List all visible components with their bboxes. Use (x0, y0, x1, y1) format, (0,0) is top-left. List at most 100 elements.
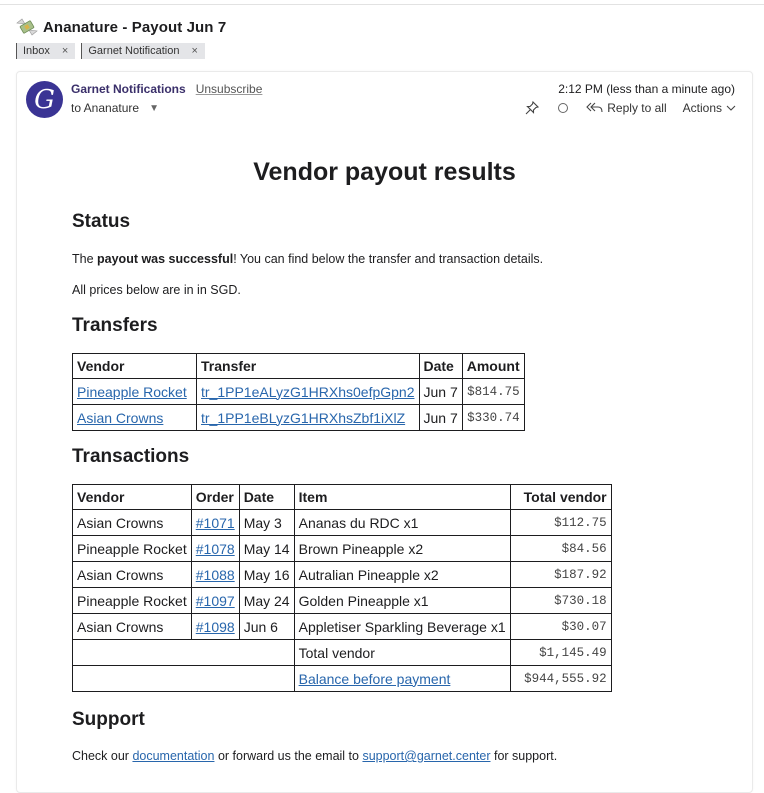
money-with-wings-icon (16, 17, 38, 37)
pin-icon[interactable] (524, 100, 540, 116)
total-vendor: $730.18 (509, 587, 612, 614)
order-date: May 24 (238, 587, 295, 614)
order-date: May 3 (238, 509, 295, 536)
sender-name[interactable]: Garnet Notifications (71, 82, 186, 96)
status-bold: payout was successful (97, 252, 234, 266)
status-heading: Status (72, 211, 131, 232)
label-name: Garnet Notification (88, 45, 180, 57)
table-row: Asian Crowns #1098 Jun 6 Appletiser Spar… (72, 613, 612, 640)
recipient-details-caret-icon[interactable]: ▼ (149, 103, 159, 114)
chevron-down-icon (726, 105, 736, 111)
sender-line: Garnet Notifications Unsubscribe (71, 82, 262, 96)
total-label: Total vendor (293, 639, 511, 666)
unsubscribe-link[interactable]: Unsubscribe (196, 82, 263, 96)
remove-label-icon[interactable]: × (62, 45, 68, 57)
support-text: Check our documentation or forward us th… (72, 749, 557, 763)
total-vendor: $112.75 (509, 509, 612, 536)
column-header: Amount (461, 353, 525, 379)
vendor: Asian Crowns (72, 613, 192, 640)
transfer-amount: $814.75 (461, 378, 525, 405)
total-value: $1,145.49 (509, 639, 612, 666)
order-date: May 14 (238, 535, 295, 562)
subject-row: Ananature - Payout Jun 7 (16, 17, 226, 37)
table-header-row: Vendor Order Date Item Total vendor (72, 484, 612, 510)
label-name: Inbox (23, 45, 50, 57)
table-row: Asian Crowns tr_1PP1eBLyzG1HRXhsZbf1iXlZ… (72, 404, 525, 431)
status-suffix: ! You can find below the transfer and tr… (233, 252, 544, 266)
vendor: Asian Crowns (72, 561, 192, 588)
vendor: Asian Crowns (72, 509, 192, 536)
transfer-amount: $330.74 (461, 404, 525, 431)
order-date: May 16 (238, 561, 295, 588)
transfer-date: Jun 7 (418, 404, 463, 431)
vendor: Pineapple Rocket (72, 587, 192, 614)
transfers-heading: Transfers (72, 315, 158, 336)
message-card: G Garnet Notifications Unsubscribe to An… (16, 71, 753, 793)
total-vendor: $30.07 (509, 613, 612, 640)
order-link[interactable]: #1088 (196, 567, 235, 583)
vendor-link[interactable]: Pineapple Rocket (77, 384, 187, 400)
support-heading: Support (72, 709, 145, 730)
actions-label: Actions (682, 101, 722, 115)
balance-link[interactable]: Balance before payment (299, 671, 451, 687)
order-link[interactable]: #1071 (196, 515, 235, 531)
balance-row: Balance before payment $944,555.92 (72, 665, 612, 692)
column-header: Date (238, 484, 295, 510)
vendor-link[interactable]: Asian Crowns (77, 410, 163, 426)
order-link[interactable]: #1078 (196, 541, 235, 557)
table-row: Pineapple Rocket #1097 May 24 Golden Pin… (72, 587, 612, 614)
reply-all-icon (586, 102, 603, 113)
empty-cell (72, 639, 295, 666)
support-suffix: for support. (490, 749, 558, 763)
label-chips: Inbox × Garnet Notification × (16, 43, 205, 59)
message-actions: Reply to all Actions (524, 100, 736, 116)
column-header: Total vendor (509, 484, 612, 510)
order-link[interactable]: #1097 (196, 593, 235, 609)
column-header: Vendor (72, 353, 197, 379)
table-row: Pineapple Rocket tr_1PP1eALyzG1HRXhs0efp… (72, 378, 525, 405)
top-divider (0, 4, 764, 5)
item: Ananas du RDC x1 (293, 509, 511, 536)
transfer-date: Jun 7 (418, 378, 463, 405)
item: Brown Pineapple x2 (293, 535, 511, 562)
total-vendor: $187.92 (509, 561, 612, 588)
transfers-table: Vendor Transfer Date Amount Pineapple Ro… (72, 353, 525, 431)
email-subject: Ananature - Payout Jun 7 (43, 18, 227, 36)
table-row: Pineapple Rocket #1078 May 14 Brown Pine… (72, 535, 612, 562)
recipient-line: to Ananature ▼ (71, 101, 159, 115)
balance-value: $944,555.92 (509, 665, 612, 692)
reply-all-button[interactable]: Reply to all (586, 101, 667, 115)
timestamp: 2:12 PM (less than a minute ago) (558, 82, 735, 96)
column-header: Order (190, 484, 240, 510)
support-email-link[interactable]: support@garnet.center (362, 749, 490, 763)
actions-menu-button[interactable]: Actions (683, 101, 736, 115)
mark-unread-circle-icon[interactable] (558, 103, 569, 113)
currency-note: All prices below are in in SGD. (72, 283, 241, 297)
documentation-link[interactable]: documentation (132, 749, 214, 763)
transfer-link[interactable]: tr_1PP1eALyzG1HRXhs0efpGpn2 (201, 384, 415, 400)
order-link[interactable]: #1098 (196, 619, 235, 635)
remove-label-icon[interactable]: × (191, 45, 197, 57)
reply-all-label: Reply to all (607, 101, 667, 115)
vendor: Pineapple Rocket (72, 535, 192, 562)
total-row: Total vendor $1,145.49 (72, 639, 612, 666)
email-title: Vendor payout results (253, 158, 516, 186)
column-header: Date (418, 353, 463, 379)
column-header: Item (293, 484, 511, 510)
transactions-table: Vendor Order Date Item Total vendor Asia… (72, 484, 612, 692)
status-prefix: The (72, 252, 98, 266)
table-header-row: Vendor Transfer Date Amount (72, 353, 525, 379)
transactions-heading: Transactions (72, 446, 190, 467)
status-text: The payout was successful! You can find … (72, 252, 543, 266)
column-header: Transfer (196, 353, 420, 379)
support-middle: or forward us the email to (214, 749, 363, 763)
transfer-link[interactable]: tr_1PP1eBLyzG1HRXhsZbf1iXlZ (201, 410, 405, 426)
item: Appletiser Sparkling Beverage x1 (293, 613, 511, 640)
table-row: Asian Crowns #1071 May 3 Ananas du RDC x… (72, 509, 612, 536)
item: Autralian Pineapple x2 (293, 561, 511, 588)
recipient: to Ananature (71, 101, 140, 115)
empty-cell (72, 665, 295, 692)
sender-avatar: G (26, 81, 63, 118)
table-row: Asian Crowns #1088 May 16 Autralian Pine… (72, 561, 612, 588)
item: Golden Pineapple x1 (293, 587, 511, 614)
